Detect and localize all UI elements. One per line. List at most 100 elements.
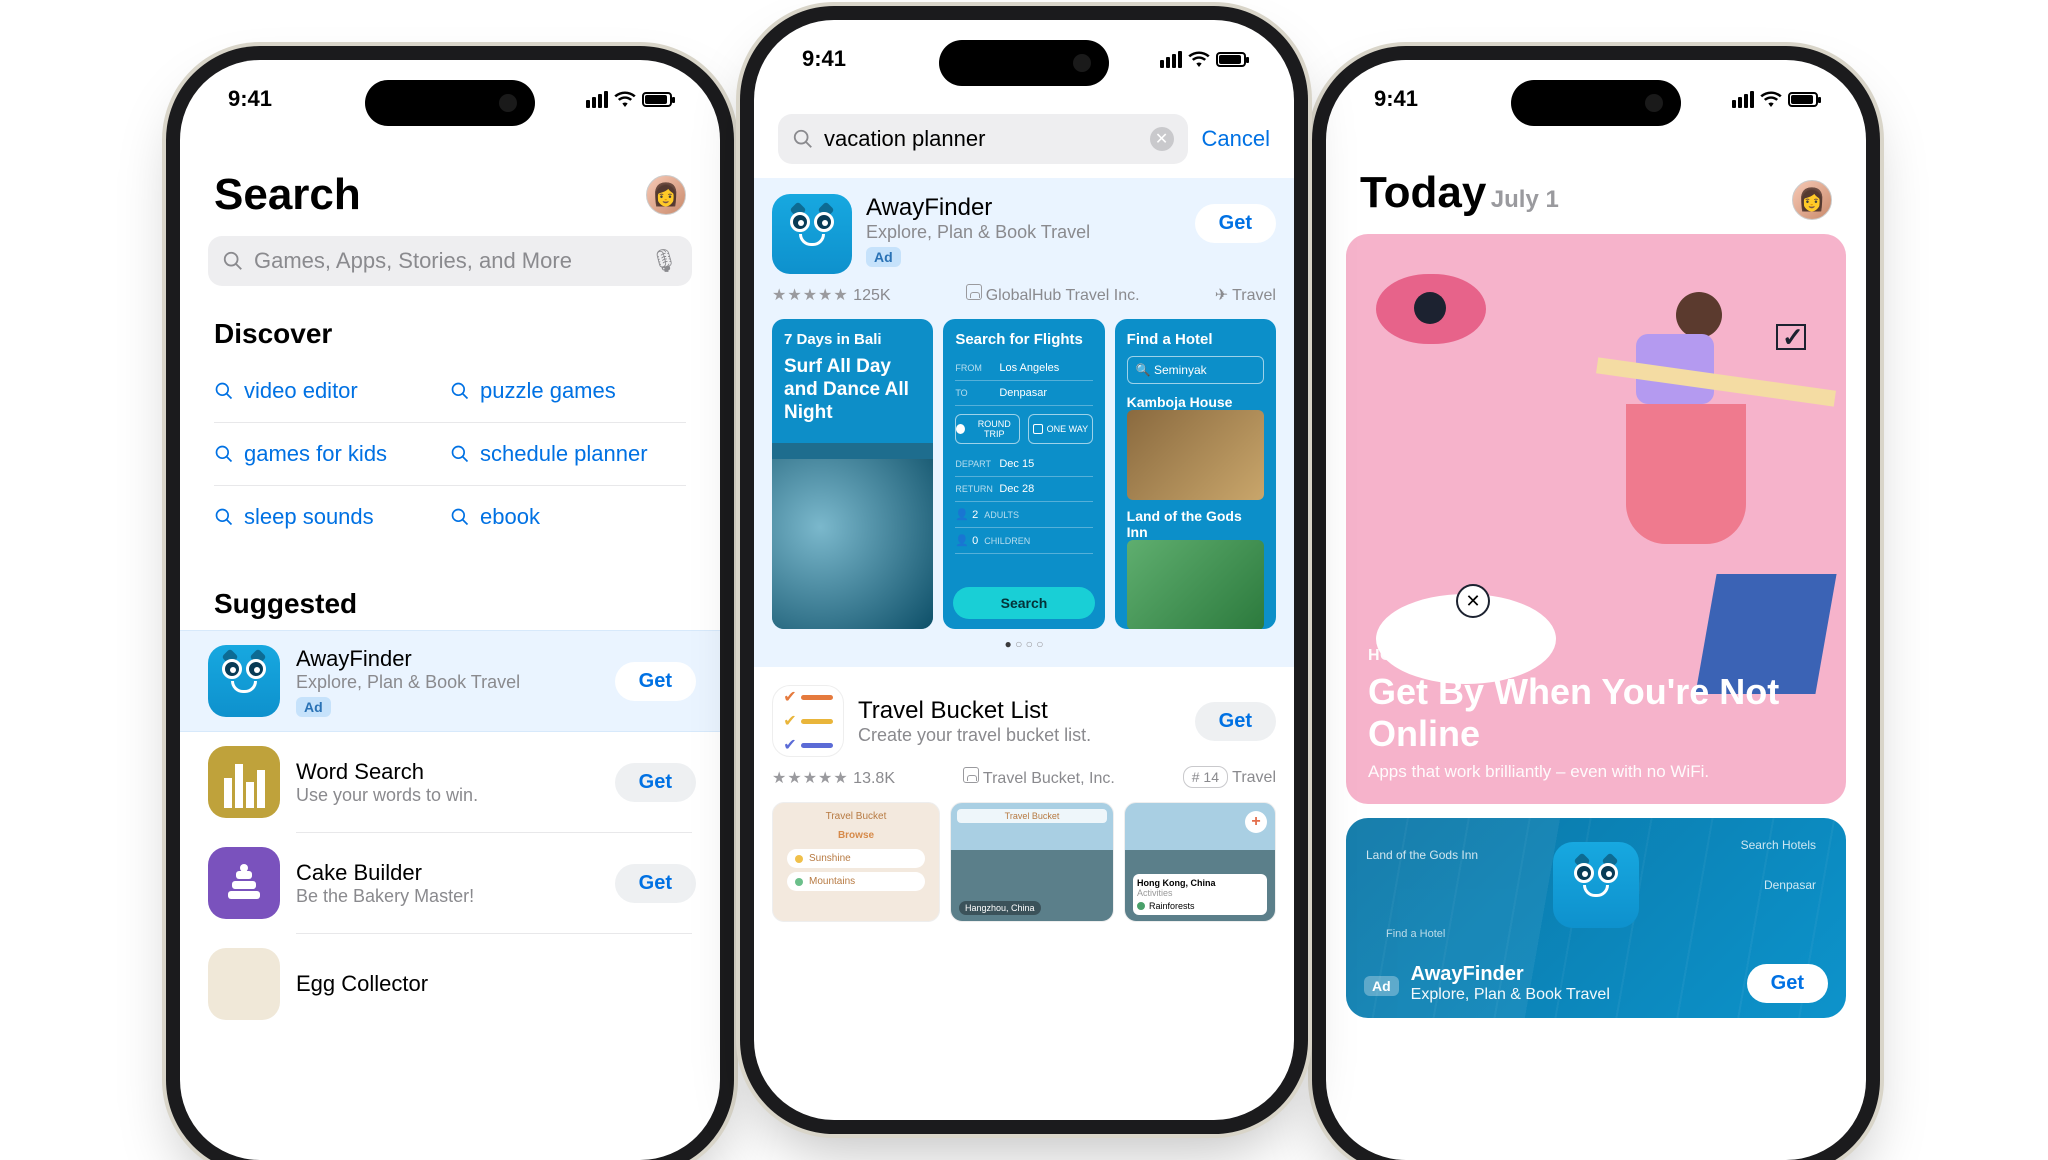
phone-today: 9:41 Today July 1 👩 ✕ [1326,60,1866,1160]
battery-icon [1788,92,1818,107]
get-button[interactable]: Get [615,662,696,701]
search-result[interactable]: ✔ ✔ ✔ Travel Bucket List Create your tra… [754,667,1294,940]
search-icon [222,250,244,272]
wifi-icon [614,91,636,107]
page-title: Today [1360,168,1486,217]
star-icon: ★★★★★ [772,287,849,304]
discover-link[interactable]: sleep sounds [214,486,450,548]
cancel-button[interactable]: Cancel [1202,126,1270,152]
card-title: Get By When You're Not Online [1368,671,1824,754]
dynamic-island [365,80,535,126]
developer-name: GlobalHub Travel Inc. [986,287,1140,304]
screenshot-carousel[interactable]: Travel Bucket Browse Sunshine Mountains … [772,802,1276,922]
app-icon [208,645,280,717]
page-title: Search [214,170,361,220]
discover-link[interactable]: games for kids [214,423,450,486]
today-story-card[interactable]: ✕ HOW TO Get By When You're Not Online A… [1346,234,1846,804]
screenshot-card: Travel Bucket Hangzhou, China [950,802,1114,922]
app-subtitle: Be the Bakery Master! [296,886,599,907]
cellular-icon [586,91,608,108]
battery-icon [642,92,672,107]
phone-search: 9:41 Search 👩 Games, Apps, Stories, and … [180,60,720,1160]
screenshot-card: 7 Days in Bali Surf All Day and Dance Al… [772,319,933,629]
discover-link[interactable]: schedule planner [450,423,686,486]
search-value: vacation planner [824,126,985,152]
discover-link[interactable]: video editor [214,360,450,423]
add-icon[interactable]: + [1245,811,1267,833]
rating-count: 125K [853,287,890,304]
screenshot-card: Find a Hotel 🔍 Seminyak Kamboja House La… [1115,319,1276,629]
rating-count: 13.8K [853,770,895,787]
category-name: Travel [1232,287,1276,304]
app-icon [772,194,852,274]
card-subtitle: Apps that work brilliantly – even with n… [1368,762,1824,782]
screenshot-carousel[interactable]: 7 Days in Bali Surf All Day and Dance Al… [772,319,1276,629]
suggested-app[interactable]: Cake Builder Be the Bakery Master! Get [180,833,720,933]
dynamic-island [1511,80,1681,126]
clear-icon[interactable]: ✕ [1150,127,1174,151]
get-button[interactable]: Get [1195,702,1276,741]
page-dots: ● ○ ○ ○ [772,637,1276,651]
discover-link[interactable]: puzzle games [450,360,686,423]
get-button[interactable]: Get [615,864,696,903]
app-subtitle: Explore, Plan & Book Travel [1411,986,1610,1004]
account-avatar[interactable]: 👩 [646,175,686,215]
get-button[interactable]: Get [615,763,696,802]
app-icon [208,847,280,919]
status-time: 9:41 [802,46,846,72]
discover-link[interactable]: ebook [450,486,686,548]
search-result-ad[interactable]: AwayFinder Explore, Plan & Book Travel A… [754,178,1294,667]
phone-results: 9:41 vacation planner ✕ Cancel AwayFinde… [754,20,1294,1120]
search-icon [450,381,470,401]
app-name: AwayFinder [296,646,599,672]
card-eyebrow: HOW TO [1368,647,1824,665]
search-placeholder: Games, Apps, Stories, and More [254,248,572,274]
developer-name: Travel Bucket, Inc. [983,770,1115,787]
cellular-icon [1732,91,1754,108]
status-time: 9:41 [228,86,272,112]
app-name: AwayFinder [866,194,1181,222]
star-icon: ★★★★★ [772,770,849,787]
get-button[interactable]: Get [1747,964,1828,1003]
app-subtitle: Create your travel bucket list. [858,725,1181,746]
app-name: Cake Builder [296,860,599,886]
app-subtitle: Explore, Plan & Book Travel [866,222,1181,243]
suggested-heading: Suggested [180,578,720,630]
category-icon: ✈ [1215,285,1228,305]
dictate-icon[interactable]: 🎙 [650,248,678,274]
app-icon [208,948,280,1020]
search-icon [214,444,234,464]
search-icon [214,507,234,527]
search-icon [450,444,470,464]
dynamic-island [939,40,1109,86]
app-subtitle: Explore, Plan & Book Travel [296,672,599,693]
ad-badge: Ad [1364,976,1399,996]
get-button[interactable]: Get [1195,204,1276,243]
category-name: Travel [1232,769,1276,786]
app-name: Travel Bucket List [858,697,1181,725]
app-icon: ✔ ✔ ✔ [772,685,844,757]
search-input[interactable]: vacation planner ✕ [778,114,1188,164]
status-time: 9:41 [1374,86,1418,112]
cellular-icon [1160,51,1182,68]
rank-badge: # 14 [1183,766,1228,788]
wifi-icon [1188,51,1210,67]
suggested-app[interactable]: Word Search Use your words to win. Get [180,732,720,832]
suggested-app[interactable]: AwayFinder Explore, Plan & Book Travel A… [180,630,720,732]
app-name: AwayFinder [1411,963,1610,986]
discover-heading: Discover [180,308,720,360]
today-ad-card[interactable]: Land of the Gods Inn Search Hotels Denpa… [1346,818,1846,1018]
screenshot-card: Travel Bucket Browse Sunshine Mountains [772,802,940,922]
app-icon [1553,842,1639,928]
account-avatar[interactable]: 👩 [1792,180,1832,220]
suggested-app[interactable]: Egg Collector [180,934,720,1034]
app-icon [208,746,280,818]
search-icon [792,128,814,150]
developer-icon [963,767,979,783]
app-name: Egg Collector [296,971,696,997]
app-name: Word Search [296,759,599,785]
search-input[interactable]: Games, Apps, Stories, and More 🎙 [208,236,692,286]
today-date: July 1 [1491,186,1559,213]
developer-icon [966,284,982,300]
app-subtitle: Use your words to win. [296,785,599,806]
